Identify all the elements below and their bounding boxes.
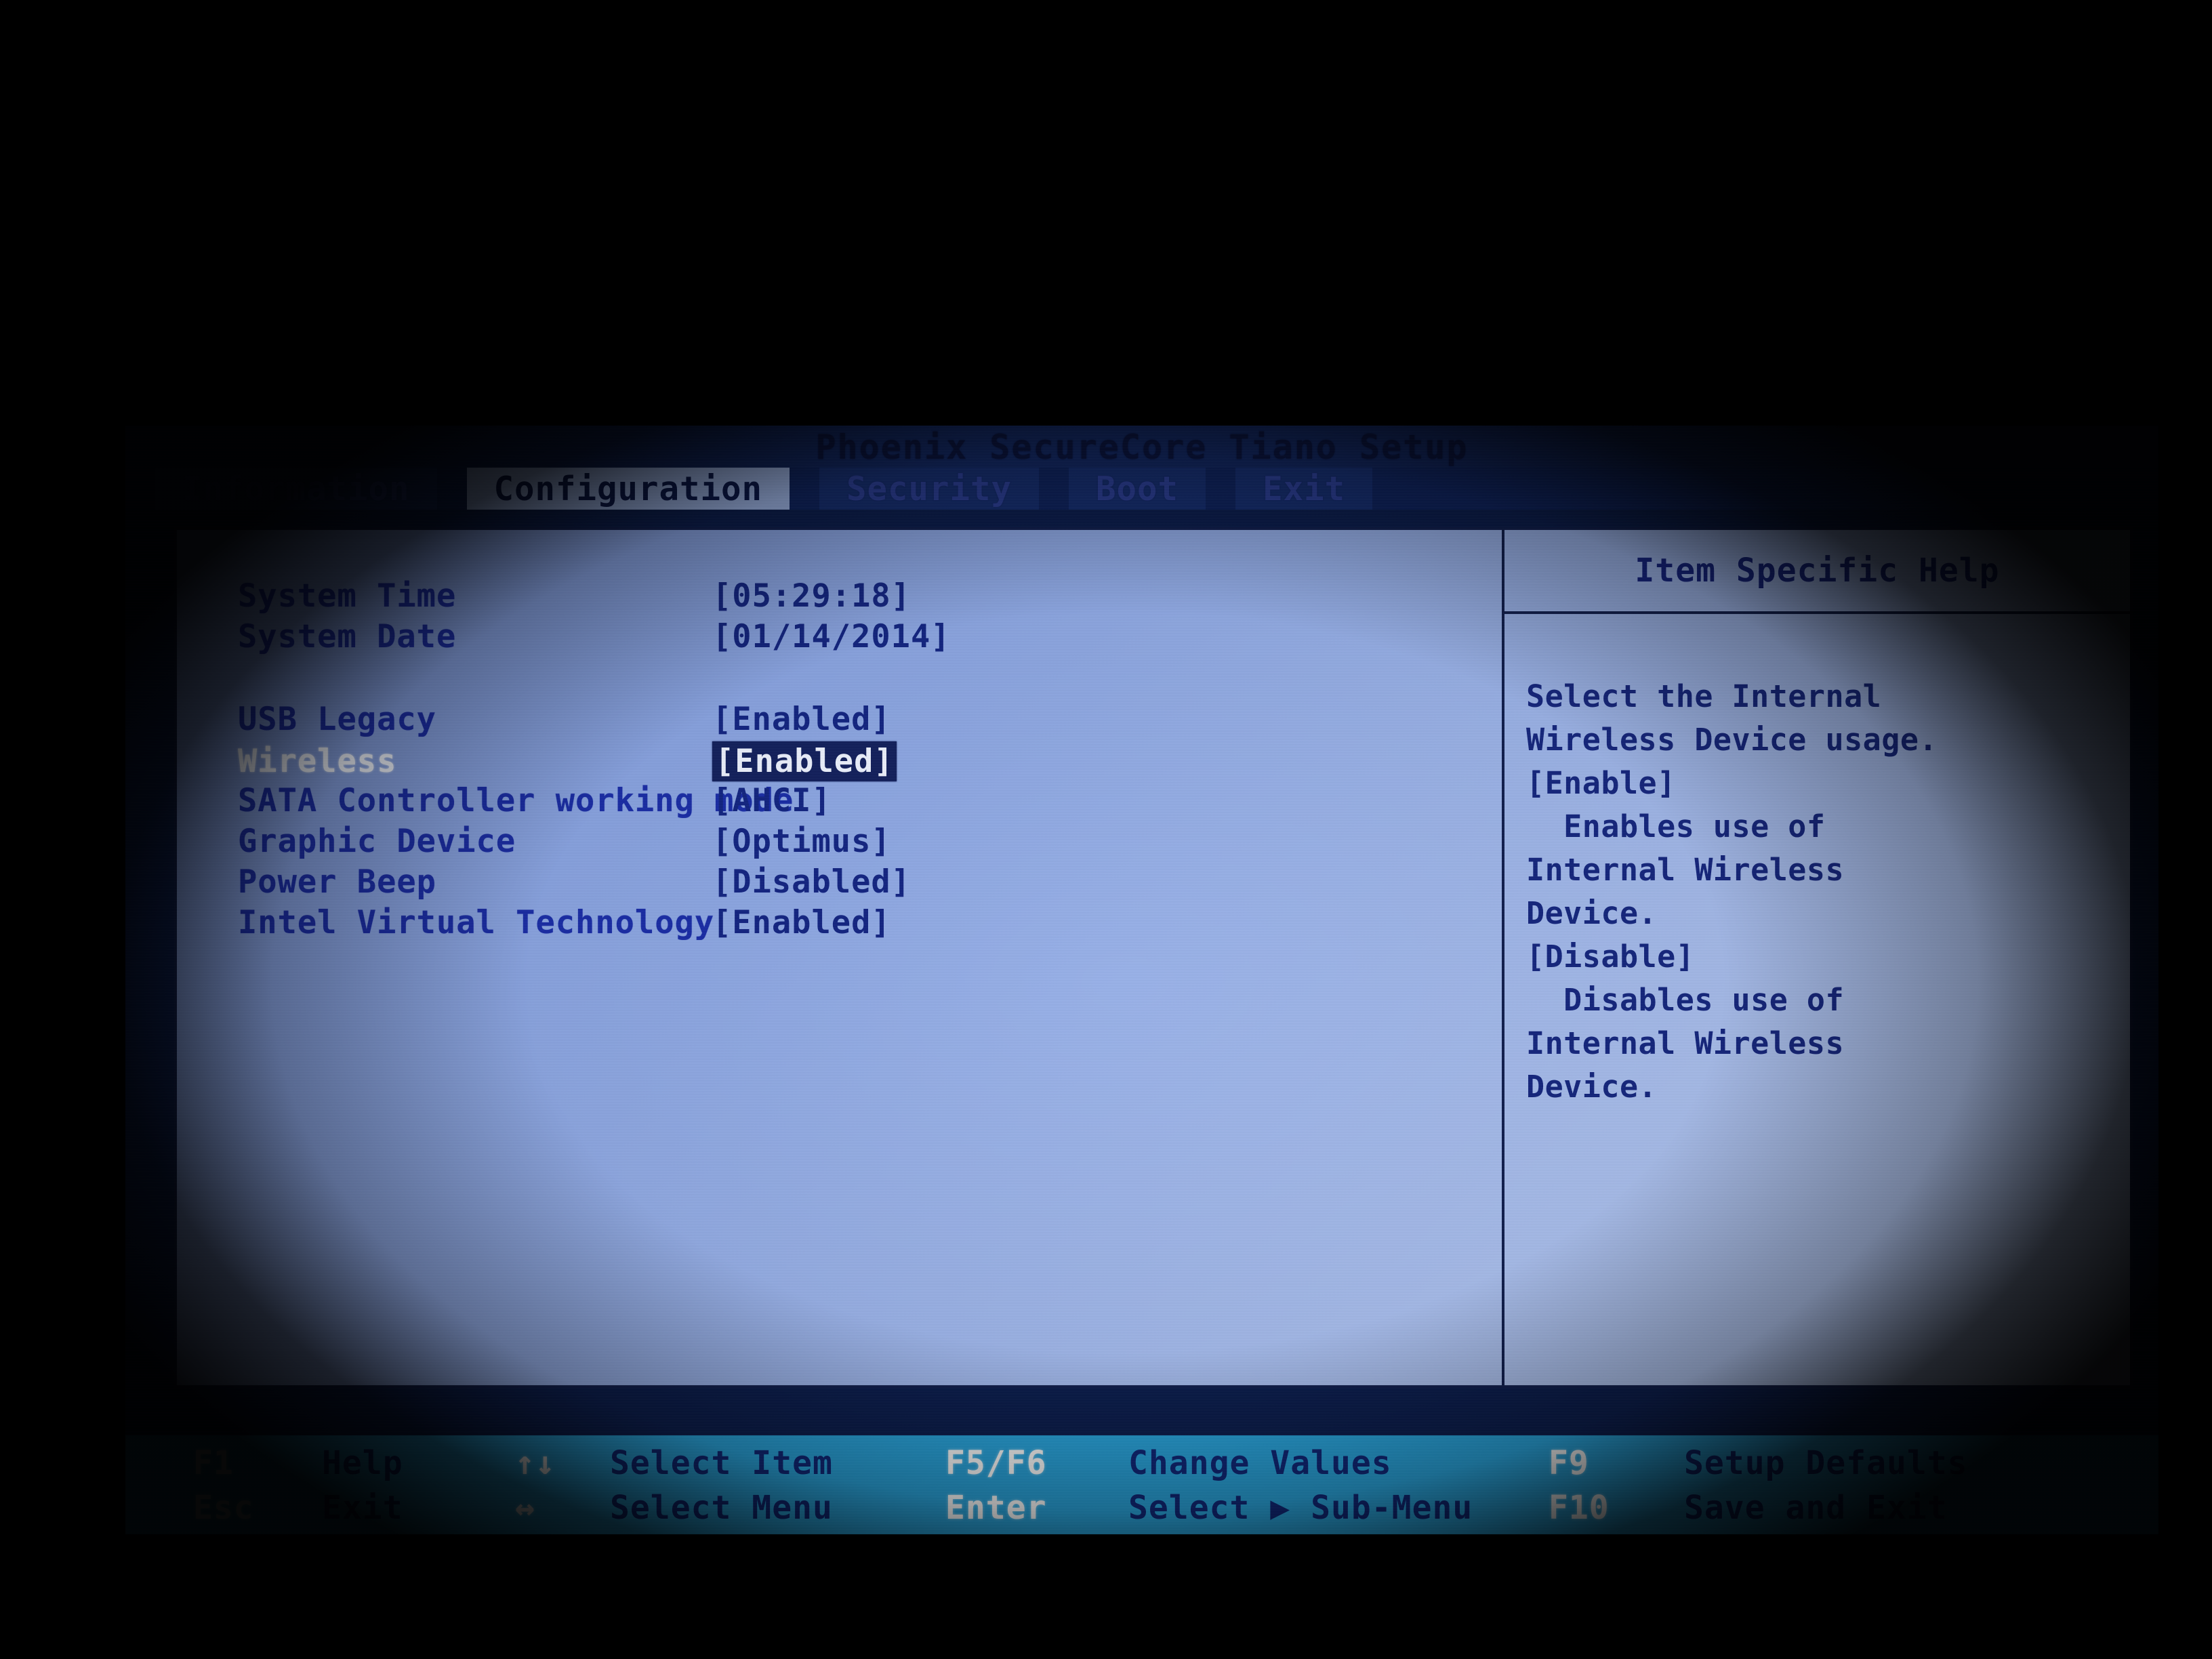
help-line: Wireless Device usage. (1526, 722, 1938, 758)
page-title: Phoenix SecureCore Tiano Setup (815, 428, 1469, 467)
setting-row-sata-controller-working-mode[interactable]: SATA Controller working mode [AHCI] (238, 782, 1502, 823)
function-key-bar: F1 Help ↑↓ Select Item F5/F6 Change Valu… (125, 1435, 2158, 1534)
setting-label-system-time: System Time (238, 577, 457, 615)
save-and-exit-description: Save and Exit (1684, 1489, 1948, 1527)
tab-gap-1 (437, 468, 467, 510)
tab-information[interactable]: Information (155, 468, 437, 510)
key-f1-description: Help (322, 1444, 403, 1482)
select-sub-menu-description: Select ▶ Sub-Menu (1128, 1489, 1473, 1527)
help-line: Device. (1526, 1069, 1658, 1105)
key-esc[interactable]: Esc (193, 1489, 322, 1527)
key-f1[interactable]: F1 (193, 1444, 322, 1482)
setting-value-sata-controller-working-mode[interactable]: [AHCI] (712, 782, 832, 819)
setting-label-intel-virtual-technology: Intel Virtual Technology (238, 904, 715, 941)
tab-strip-leading-gap (125, 468, 155, 510)
help-line: [Disable] (1526, 939, 1695, 975)
settings-list: System Time [05:29:18] System Date [01/1… (177, 530, 1502, 1385)
select-menu-description: Select Menu (610, 1489, 833, 1527)
setting-row-spacer (238, 659, 1502, 701)
key-esc-description: Exit (322, 1489, 403, 1527)
menu-tab-strip[interactable]: Information Configuration Security Boot … (125, 468, 2158, 510)
bios-photo-frame: Phoenix SecureCore Tiano Setup Informati… (0, 0, 2212, 1659)
help-panel-body: Select the Internal Wireless Device usag… (1504, 614, 2130, 1109)
setting-value-wireless[interactable]: [Enabled] (712, 741, 897, 781)
setting-row-system-date[interactable]: System Date [01/14/2014] (238, 618, 1502, 659)
tab-gap-4 (1206, 468, 1235, 510)
up-down-arrow-icon: ↑↓ (515, 1444, 556, 1482)
setting-label-graphic-device: Graphic Device (238, 823, 516, 860)
function-key-row-1: F1 Help ↑↓ Select Item F5/F6 Change Valu… (125, 1441, 2158, 1486)
select-item-description: Select Item (610, 1444, 833, 1482)
left-right-arrow-icon: ↔ (515, 1489, 535, 1527)
function-key-row-2: Esc Exit ↔ Select Menu Enter Select ▶ Su… (125, 1486, 2158, 1530)
tab-boot[interactable]: Boot (1069, 468, 1206, 510)
setting-row-graphic-device[interactable]: Graphic Device [Optimus] (238, 823, 1502, 863)
setting-label-power-beep: Power Beep (238, 863, 436, 901)
tab-gap-3 (1039, 468, 1069, 510)
key-f10[interactable]: F10 (1549, 1489, 1684, 1527)
tab-gap-2 (790, 468, 819, 510)
tab-configuration[interactable]: Configuration (466, 468, 790, 510)
help-line: Internal Wireless (1526, 852, 1845, 888)
setting-label-sata-controller-working-mode: SATA Controller working mode (238, 782, 794, 819)
key-f5-f6[interactable]: F5/F6 (945, 1444, 1128, 1482)
help-panel-title: Item Specific Help (1504, 530, 2130, 614)
setup-defaults-description: Setup Defaults (1684, 1444, 1968, 1482)
setting-row-power-beep[interactable]: Power Beep [Disabled] (238, 863, 1502, 904)
setting-value-graphic-device[interactable]: [Optimus] (712, 823, 891, 860)
change-values-description: Change Values (1128, 1444, 1392, 1482)
setting-row-usb-legacy[interactable]: USB Legacy [Enabled] (238, 701, 1502, 741)
setting-row-system-time[interactable]: System Time [05:29:18] (238, 577, 1502, 618)
item-specific-help-panel: Item Specific Help Select the Internal W… (1504, 530, 2130, 1385)
help-line: Device. (1526, 895, 1658, 931)
setting-label-wireless: Wireless (238, 743, 397, 780)
setting-row-wireless[interactable]: Wireless [Enabled] (238, 741, 1502, 782)
key-enter[interactable]: Enter (945, 1489, 1128, 1527)
title-bar: Phoenix SecureCore Tiano Setup (125, 426, 2158, 468)
setting-value-intel-virtual-technology[interactable]: [Enabled] (712, 904, 891, 941)
help-line: Select the Internal (1526, 678, 1882, 714)
setting-value-system-date[interactable]: [01/14/2014] (712, 618, 951, 655)
help-line: Internal Wireless (1526, 1025, 1845, 1061)
setting-value-usb-legacy[interactable]: [Enabled] (712, 701, 891, 738)
tab-security[interactable]: Security (819, 468, 1040, 510)
content-frame: System Time [05:29:18] System Date [01/1… (174, 527, 2133, 1388)
key-f9[interactable]: F9 (1549, 1444, 1684, 1482)
setting-label-system-date: System Date (238, 618, 457, 655)
setting-value-power-beep[interactable]: [Disabled] (712, 863, 911, 901)
bios-screen: Phoenix SecureCore Tiano Setup Informati… (125, 426, 2158, 1534)
setting-label-usb-legacy: USB Legacy (238, 701, 436, 738)
tab-exit[interactable]: Exit (1235, 468, 1373, 510)
help-line: Disables use of (1526, 982, 1845, 1018)
help-line: Enables use of (1526, 808, 1826, 844)
help-line: [Enable] (1526, 765, 1676, 801)
setting-value-system-time[interactable]: [05:29:18] (712, 577, 911, 615)
setting-row-intel-virtual-technology[interactable]: Intel Virtual Technology [Enabled] (238, 904, 1502, 945)
